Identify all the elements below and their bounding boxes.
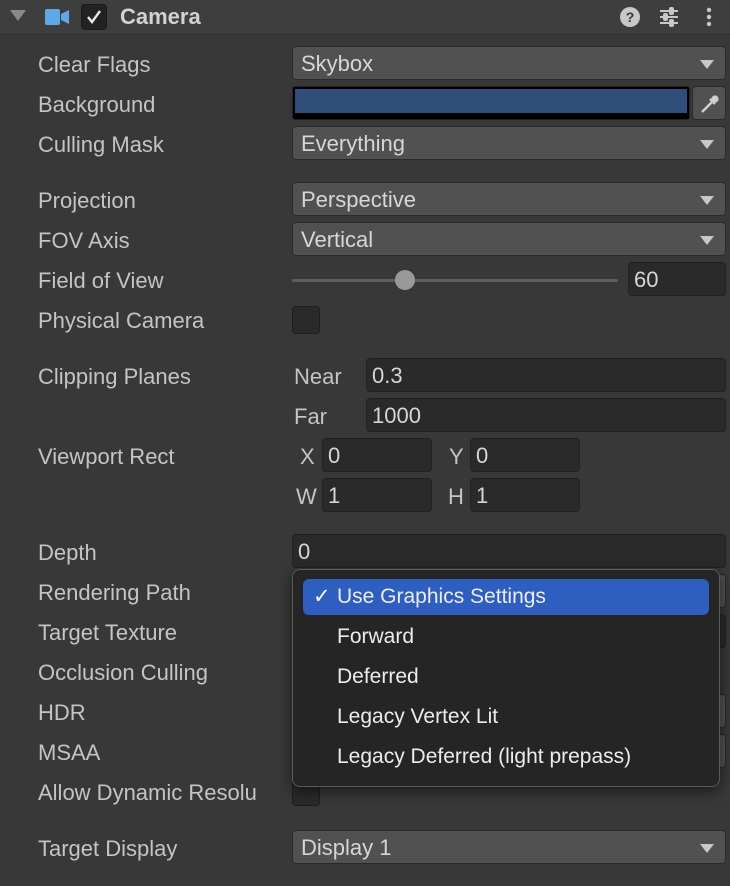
chevron-down-icon — [700, 196, 714, 205]
viewport-h-label: H — [448, 484, 464, 509]
checkmark-icon: ✓ — [313, 585, 331, 608]
occlusion-culling-label: Occlusion Culling — [38, 660, 208, 685]
eyedropper-icon — [701, 95, 719, 113]
viewport-x-label: X — [300, 444, 315, 469]
target-display-label: Target Display — [38, 836, 178, 861]
camera-icon — [44, 6, 70, 33]
far-label: Far — [294, 404, 327, 429]
background-label: Background — [38, 92, 156, 117]
presets-icon[interactable] — [658, 6, 680, 33]
menu-item-forward[interactable]: Forward — [303, 619, 709, 655]
menu-item-label: Legacy Deferred (light prepass) — [337, 745, 632, 768]
chevron-down-icon — [700, 236, 714, 245]
more-icon[interactable] — [702, 6, 716, 33]
viewport-w-label: W — [296, 484, 317, 509]
near-value: 0.3 — [372, 363, 403, 388]
msaa-label: MSAA — [38, 740, 101, 765]
menu-item-deferred[interactable]: Deferred — [303, 659, 709, 695]
culling-mask-dropdown[interactable]: Everything — [292, 126, 726, 160]
rendering-path-menu: ✓ Use Graphics Settings Forward Deferred… — [292, 569, 720, 787]
viewport-rect-label: Viewport Rect — [38, 444, 175, 469]
fov-axis-value: Vertical — [301, 227, 374, 252]
field-of-view-slider-track[interactable] — [292, 279, 618, 282]
far-input[interactable]: 1000 — [366, 398, 726, 432]
menu-item-legacy-deferred[interactable]: Legacy Deferred (light prepass) — [303, 739, 709, 775]
menu-item-legacy-vertex-lit[interactable]: Legacy Vertex Lit — [303, 699, 709, 735]
help-icon[interactable]: ? — [619, 6, 641, 33]
background-color-field[interactable] — [292, 86, 690, 120]
physical-camera-label: Physical Camera — [38, 308, 205, 333]
menu-item-use-graphics-settings[interactable]: ✓ Use Graphics Settings — [303, 579, 709, 615]
chevron-down-icon — [700, 844, 714, 853]
viewport-w-input[interactable]: 1 — [322, 478, 432, 512]
viewport-y-label: Y — [449, 444, 464, 469]
fov-axis-dropdown[interactable]: Vertical — [292, 222, 726, 256]
projection-dropdown[interactable]: Perspective — [292, 182, 726, 216]
field-of-view-value: 60 — [634, 267, 659, 292]
clear-flags-dropdown[interactable]: Skybox — [292, 46, 726, 80]
near-label: Near — [294, 364, 342, 389]
chevron-down-icon — [700, 140, 714, 149]
depth-input[interactable]: 0 — [292, 534, 726, 568]
culling-mask-label: Culling Mask — [38, 132, 164, 157]
target-display-dropdown[interactable]: Display 1 — [292, 830, 726, 864]
depth-value: 0 — [298, 539, 311, 564]
eyedropper-button[interactable] — [692, 86, 726, 120]
foldout-arrow-icon[interactable] — [10, 10, 26, 21]
component-header: Camera ? — [0, 0, 730, 35]
menu-item-label: Legacy Vertex Lit — [337, 705, 499, 728]
hdr-label: HDR — [38, 700, 86, 725]
viewport-x-value: 0 — [328, 443, 341, 468]
component-enabled-checkbox[interactable] — [81, 4, 107, 30]
projection-label: Projection — [38, 188, 136, 213]
target-display-value: Display 1 — [301, 835, 392, 860]
viewport-h-value: 1 — [476, 483, 489, 508]
viewport-h-input[interactable]: 1 — [470, 478, 580, 512]
far-value: 1000 — [372, 403, 421, 428]
projection-value: Perspective — [301, 187, 416, 212]
chevron-down-icon — [700, 60, 714, 69]
viewport-y-input[interactable]: 0 — [470, 438, 580, 472]
depth-label: Depth — [38, 540, 97, 565]
physical-camera-checkbox[interactable] — [292, 306, 320, 334]
menu-item-label: Deferred — [337, 665, 419, 688]
target-texture-label: Target Texture — [38, 620, 178, 645]
rendering-path-label: Rendering Path — [38, 580, 191, 605]
field-of-view-label: Field of View — [38, 268, 164, 293]
allow-dynamic-resolution-label: Allow Dynamic Resolu — [38, 780, 257, 805]
field-of-view-slider-thumb[interactable] — [395, 270, 415, 290]
fov-axis-label: FOV Axis — [38, 228, 130, 253]
viewport-w-value: 1 — [328, 483, 341, 508]
menu-item-label: Use Graphics Settings — [337, 585, 546, 608]
component-title: Camera — [120, 4, 201, 29]
viewport-x-input[interactable]: 0 — [322, 438, 432, 472]
background-color-swatch — [295, 89, 687, 113]
svg-text:?: ? — [626, 9, 635, 25]
viewport-y-value: 0 — [476, 443, 489, 468]
culling-mask-value: Everything — [301, 131, 405, 156]
near-input[interactable]: 0.3 — [366, 358, 726, 392]
clipping-planes-label: Clipping Planes — [38, 364, 191, 389]
clear-flags-label: Clear Flags — [38, 52, 151, 77]
menu-item-label: Forward — [337, 625, 415, 648]
field-of-view-input[interactable]: 60 — [628, 262, 726, 296]
clear-flags-value: Skybox — [301, 51, 374, 76]
